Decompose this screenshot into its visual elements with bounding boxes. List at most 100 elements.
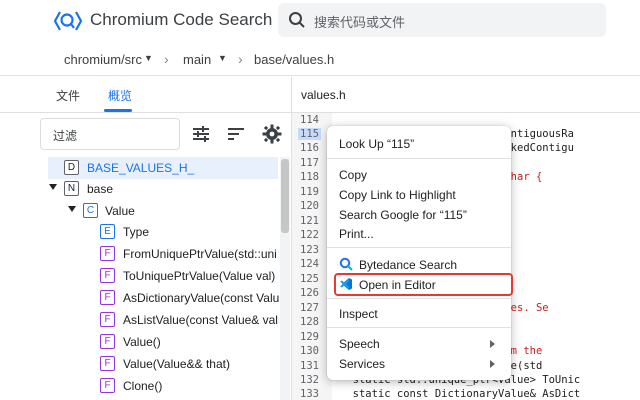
line-number[interactable]: 118 (300, 171, 319, 183)
enum-badge-icon: E (100, 224, 115, 239)
tab-files[interactable]: 文件 (56, 87, 80, 104)
line-number[interactable]: 128 (300, 316, 319, 328)
tune-icon[interactable] (190, 123, 212, 145)
define-badge-icon: D (64, 160, 79, 175)
line-number[interactable]: 116 (300, 142, 319, 154)
menu-separator (327, 327, 511, 328)
line-number[interactable]: 125 (300, 273, 319, 285)
tree-item-label: AsDictionaryValue(const Valu (123, 291, 279, 305)
line-number[interactable]: 117 (300, 157, 319, 169)
line-number[interactable]: 120 (300, 200, 319, 212)
menu-separator (327, 158, 511, 159)
app-title[interactable]: Chromium Code Search (90, 10, 272, 30)
line-number[interactable]: 122 (300, 229, 319, 241)
line-number[interactable]: 114 (300, 114, 319, 126)
function-badge-icon: F (100, 334, 115, 349)
tree-item-function[interactable]: F ToUniquePtrValue(Value val) (48, 265, 278, 287)
tree-item-label: base (87, 182, 113, 196)
function-badge-icon: F (100, 290, 115, 305)
tree-item-label: Value(Value&& that) (123, 357, 230, 371)
line-number[interactable]: 133 (300, 388, 319, 400)
search-placeholder[interactable]: 搜索代码或文件 (314, 12, 405, 31)
function-badge-icon: F (100, 356, 115, 371)
menu-item-services[interactable]: Services (339, 357, 385, 371)
line-number[interactable]: 127 (300, 302, 319, 314)
tree-item-value[interactable]: C Value (48, 200, 278, 222)
menu-separator (327, 247, 511, 248)
breadcrumb: chromium/src ▼ › main ▼ › base/values.h (0, 42, 640, 76)
breadcrumb-branch[interactable]: main (183, 52, 211, 67)
sort-icon[interactable] (225, 123, 247, 145)
line-number[interactable]: 123 (300, 244, 319, 256)
tree-item-label: Clone() (123, 379, 162, 393)
tree-item-type[interactable]: E Type (48, 221, 278, 243)
tree-item-base[interactable]: N base (48, 178, 278, 200)
filter-input-text[interactable]: 过滤 (53, 127, 77, 144)
line-number[interactable]: 129 (300, 331, 319, 343)
tree-item-label: FromUniquePtrValue(std::uni (123, 247, 277, 261)
menu-item-inspect[interactable]: Inspect (339, 307, 378, 321)
search-icon[interactable] (288, 11, 306, 29)
line-number[interactable]: 131 (300, 360, 319, 372)
tree-item-label: AsListValue(const Value& val (123, 313, 278, 327)
line-number[interactable]: 132 (300, 374, 319, 386)
line-number[interactable]: 119 (300, 186, 319, 198)
menu-item-copy-link-to-highlight[interactable]: Copy Link to Highlight (339, 188, 456, 202)
line-number-highlighted[interactable]: 115 (298, 128, 321, 140)
submenu-arrow-icon (490, 340, 495, 348)
menu-item-print[interactable]: Print... (339, 227, 374, 241)
menu-item-look-up[interactable]: Look Up “115” (339, 137, 414, 151)
outline-panel: 文件 概览 过滤 D BASE_VALUES_H_ N base (0, 77, 292, 400)
search-box[interactable]: 搜索代码或文件 (278, 3, 606, 37)
breadcrumb-path[interactable]: base/values.h (254, 52, 334, 67)
function-badge-icon: F (100, 268, 115, 283)
tree-item-function[interactable]: F FromUniquePtrValue(std::uni (48, 243, 278, 265)
file-title-divider (292, 112, 640, 113)
menu-item-copy[interactable]: Copy (339, 168, 367, 182)
breadcrumb-repo[interactable]: chromium/src (64, 52, 142, 67)
repo-dropdown-icon[interactable]: ▼ (144, 53, 153, 63)
file-title: values.h (301, 88, 346, 102)
submenu-arrow-icon (490, 360, 495, 368)
line-number[interactable]: 130 (300, 345, 319, 357)
tree-item-label: BASE_VALUES_H_ (87, 161, 194, 175)
tab-outline[interactable]: 概览 (108, 87, 132, 104)
tree-item-function[interactable]: F Value(Value&& that) (48, 353, 278, 375)
tabs-divider (0, 112, 292, 113)
namespace-badge-icon: N (64, 181, 79, 196)
tree-item-label: Type (123, 225, 149, 239)
tree-item-label: ToUniquePtrValue(Value val) (123, 269, 275, 283)
line-number[interactable]: 126 (300, 287, 319, 299)
outline-scrollbar[interactable] (280, 157, 290, 400)
tree-item-function[interactable]: F Clone() (48, 375, 278, 397)
code-line[interactable]: static const DictionaryValue& AsDict (340, 388, 580, 400)
tree-item-label: Value (105, 204, 135, 218)
line-number[interactable]: 124 (300, 258, 319, 270)
menu-item-bytedance-search[interactable]: Bytedance Search (359, 258, 457, 272)
settings-gear-icon[interactable] (261, 123, 283, 145)
scrollbar-thumb[interactable] (281, 159, 289, 233)
code-search-logo-icon[interactable] (54, 8, 82, 34)
filter-input[interactable]: 过滤 (40, 118, 180, 150)
function-badge-icon: F (100, 246, 115, 261)
tree-item-function[interactable]: F Value() (48, 331, 278, 353)
tree-item-label: Value() (123, 335, 161, 349)
breadcrumb-separator-icon: › (164, 51, 169, 67)
open-in-editor-highlight-outline (334, 273, 513, 296)
line-number[interactable]: 121 (300, 215, 319, 227)
context-menu: Look Up “115” Copy Copy Link to Highligh… (327, 126, 511, 380)
tree-item-function[interactable]: F AsDictionaryValue(const Valu (48, 287, 278, 309)
expand-arrow-icon[interactable] (49, 184, 57, 190)
bytedance-search-icon (339, 257, 353, 271)
branch-dropdown-icon[interactable]: ▼ (218, 53, 227, 63)
menu-item-speech[interactable]: Speech (339, 337, 380, 351)
function-badge-icon: F (100, 312, 115, 327)
menu-separator (327, 298, 511, 299)
menu-item-search-google[interactable]: Search Google for “115” (339, 208, 467, 222)
breadcrumb-separator-icon: › (238, 51, 243, 67)
tree-item-function[interactable]: F AsListValue(const Value& val (48, 309, 278, 331)
tree-item-base-values-h[interactable]: D BASE_VALUES_H_ (48, 157, 278, 179)
class-badge-icon: C (83, 203, 98, 218)
expand-arrow-icon[interactable] (68, 206, 76, 212)
app-header: Chromium Code Search 搜索代码或文件 (0, 0, 640, 42)
